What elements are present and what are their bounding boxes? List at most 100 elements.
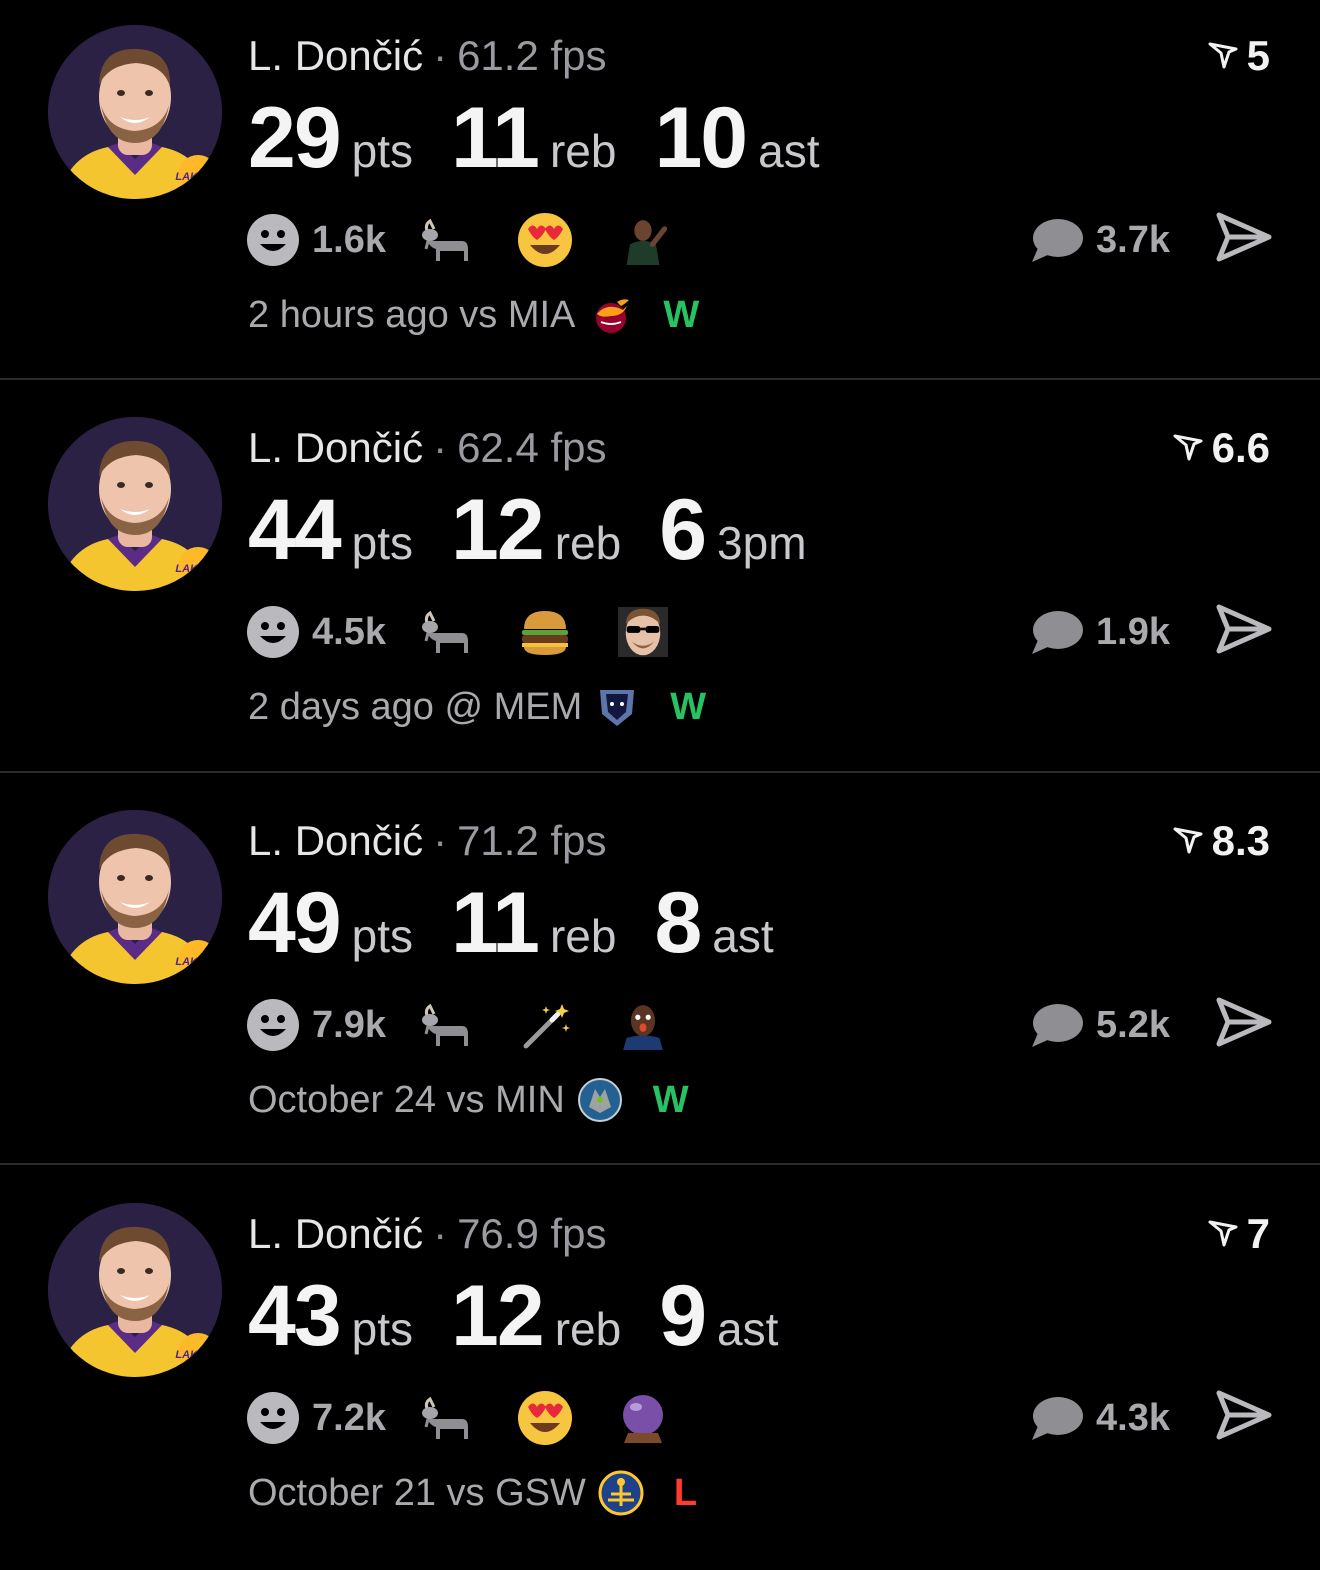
share-icon[interactable] (1216, 1390, 1272, 1440)
stat-unit: ast (717, 1303, 779, 1355)
warriors-logo-icon (598, 1470, 644, 1516)
game-meta: October 21 vs GSW L (248, 1470, 697, 1516)
fantasy-points: 71.2 fps (457, 817, 607, 864)
stat-unit: pts (351, 517, 414, 569)
stat-unit: ast (758, 125, 820, 177)
stat-rebounds: 12 reb (451, 480, 621, 580)
game-time-opponent: 2 hours ago vs MIA (248, 293, 576, 336)
comments-button[interactable]: 5.2k (1028, 997, 1170, 1053)
stat-unit: pts (351, 910, 414, 962)
post-card[interactable]: L. Dončić · 61.2 fps 5 29 pts 11 reb 10 ast 1… (0, 0, 1320, 392)
stat-unit: reb (554, 517, 622, 569)
crystal-ball-emoji[interactable] (614, 1389, 672, 1447)
stat-line: 49 pts 11 reb 8 ast (248, 873, 812, 973)
score-value: 8.3 (1211, 817, 1270, 864)
goat-emoji[interactable] (418, 603, 476, 661)
stat-unit: ast (712, 910, 774, 962)
post-card[interactable]: L. Dončić · 62.4 fps 6.6 44 pts 12 reb 6 3pm … (0, 392, 1320, 784)
stat-points: 44 pts (248, 480, 413, 580)
player-name[interactable]: L. Dončić (248, 32, 423, 79)
separator: · (433, 817, 448, 864)
reactions-bar: 7.9k (246, 997, 712, 1053)
comments-button[interactable]: 1.9k (1028, 604, 1170, 660)
smiley-reaction-icon[interactable] (246, 1391, 300, 1445)
game-meta: 2 days ago @ MEM W (248, 684, 706, 730)
goat-emoji[interactable] (418, 996, 476, 1054)
stat-line: 44 pts 12 reb 6 3pm (248, 480, 845, 580)
burger-emoji[interactable] (516, 603, 574, 661)
post-card[interactable]: L. Dončić · 71.2 fps 8.3 49 pts 11 reb 8 ast … (0, 785, 1320, 1177)
stat-value: 12 (451, 1268, 545, 1364)
player-avatar[interactable] (48, 25, 222, 199)
score-icon (1207, 1218, 1239, 1250)
post-header: L. Dončić · 61.2 fps (248, 30, 607, 82)
heart-eyes-emoji[interactable] (516, 211, 574, 269)
share-icon[interactable] (1216, 997, 1272, 1047)
reactions-count[interactable]: 7.2k (312, 1397, 386, 1440)
score-value: 7 (1246, 1210, 1270, 1257)
stat-assists: 9 ast (659, 1266, 778, 1366)
goat-emoji[interactable] (418, 211, 476, 269)
player-name[interactable]: L. Dončić (248, 424, 423, 471)
player-name[interactable]: L. Dončić (248, 1210, 423, 1257)
share-icon[interactable] (1216, 212, 1272, 262)
share-icon[interactable] (1216, 604, 1272, 654)
magic-wand-emoji[interactable] (516, 996, 574, 1054)
sunglasses-player-sticker[interactable] (614, 603, 672, 661)
player-avatar[interactable] (48, 417, 222, 591)
stat-assists: 10 ast (654, 88, 819, 188)
reactions-count[interactable]: 7.9k (312, 1004, 386, 1047)
post-score[interactable]: 5 (1207, 30, 1270, 82)
game-meta: 2 hours ago vs MIA W (248, 292, 699, 338)
reactions-bar: 1.6k (246, 212, 712, 268)
timberwolves-logo-icon (577, 1077, 623, 1123)
post-header: L. Dončić · 76.9 fps (248, 1208, 607, 1260)
game-result: W (652, 1078, 689, 1121)
comment-bubble-icon (1028, 1394, 1084, 1442)
reactions-count[interactable]: 1.6k (312, 219, 386, 262)
player-avatar[interactable] (48, 810, 222, 984)
reactions-count[interactable]: 4.5k (312, 611, 386, 654)
divider (0, 378, 1320, 380)
comment-bubble-icon (1028, 608, 1084, 656)
comment-bubble-icon (1028, 1001, 1084, 1049)
stat-unit: reb (549, 125, 617, 177)
reactions-bar: 4.5k (246, 604, 712, 660)
comment-bubble-icon (1028, 216, 1084, 264)
fantasy-points: 62.4 fps (457, 424, 607, 471)
post-header: L. Dončić · 62.4 fps (248, 422, 607, 474)
player-name[interactable]: L. Dončić (248, 817, 423, 864)
player-avatar[interactable] (48, 1203, 222, 1377)
game-time-opponent: 2 days ago @ MEM (248, 685, 583, 728)
surprised-player-sticker[interactable] (614, 996, 672, 1054)
smiley-reaction-icon[interactable] (246, 998, 300, 1052)
stat-value: 11 (451, 875, 540, 971)
separator: · (433, 32, 448, 79)
post-header: L. Dončić · 71.2 fps (248, 815, 607, 867)
score-icon (1172, 825, 1204, 857)
post-score[interactable]: 8.3 (1172, 815, 1270, 867)
fantasy-points: 61.2 fps (457, 32, 607, 79)
post-card[interactable]: L. Dončić · 76.9 fps 7 43 pts 12 reb 9 ast 7.… (0, 1178, 1320, 1570)
stat-rebounds: 11 reb (451, 873, 616, 973)
smiley-reaction-icon[interactable] (246, 213, 300, 267)
comments-count: 1.9k (1096, 610, 1170, 653)
stat-value: 12 (451, 482, 545, 578)
reactions-bar: 7.2k (246, 1390, 712, 1446)
stat-unit: 3pm (717, 517, 807, 569)
player-celebration-sticker[interactable] (614, 211, 672, 269)
post-score[interactable]: 6.6 (1172, 422, 1270, 474)
separator: · (433, 1210, 448, 1257)
smiley-reaction-icon[interactable] (246, 605, 300, 659)
stat-value: 29 (248, 90, 342, 186)
comments-button[interactable]: 4.3k (1028, 1390, 1170, 1446)
heat-logo-icon (587, 292, 633, 338)
stat-value: 11 (451, 90, 540, 186)
comments-button[interactable]: 3.7k (1028, 212, 1170, 268)
fantasy-points: 76.9 fps (457, 1210, 607, 1257)
post-score[interactable]: 7 (1207, 1208, 1270, 1260)
stat-points: 49 pts (248, 873, 413, 973)
heart-eyes-emoji[interactable] (516, 1389, 574, 1447)
goat-emoji[interactable] (418, 1389, 476, 1447)
stat-assists: 8 ast (654, 873, 773, 973)
